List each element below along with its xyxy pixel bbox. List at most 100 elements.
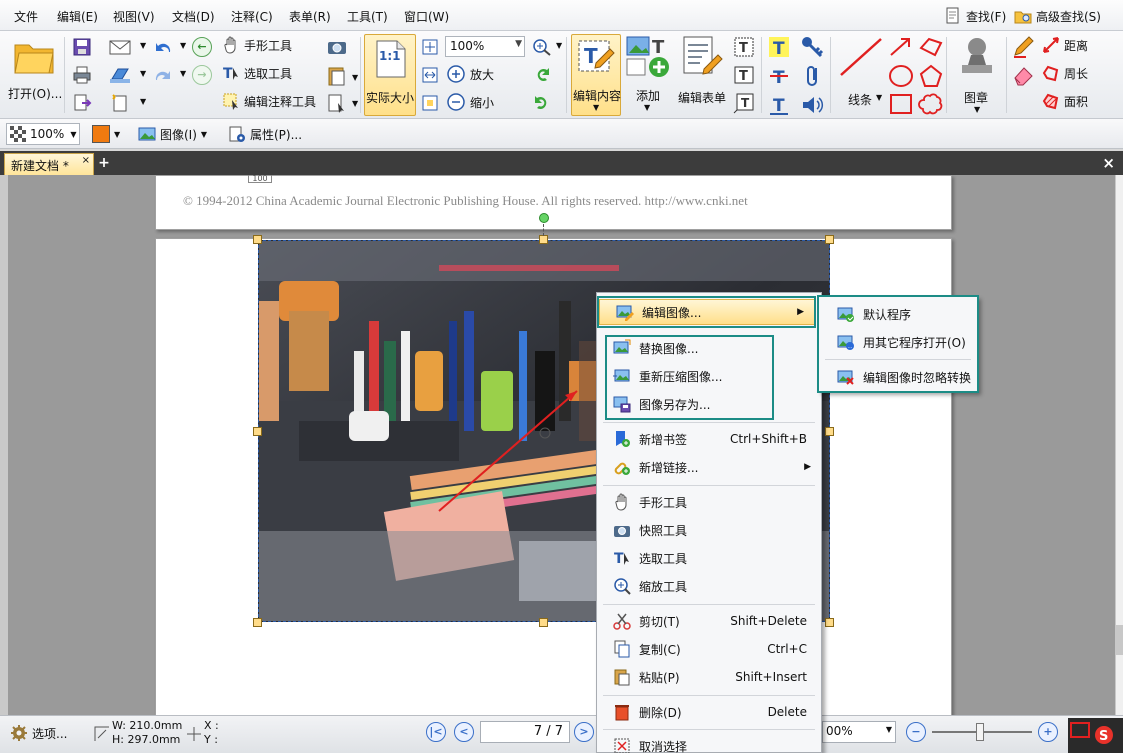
image-menu-button[interactable]: 图像(I) ▼	[138, 123, 207, 145]
menu-edit[interactable]: 编辑(E)	[57, 8, 98, 25]
close-all-tabs-icon[interactable]: ×	[1102, 154, 1115, 172]
menu-tools[interactable]: 工具(T)	[347, 8, 388, 25]
rotate-left-icon[interactable]	[531, 65, 553, 85]
resize-handle-top-left[interactable]	[253, 235, 262, 244]
advanced-find-button[interactable]: 高级查找(S)	[1014, 5, 1101, 27]
key-icon[interactable]	[800, 35, 824, 59]
resize-handle-top[interactable]	[539, 235, 548, 244]
menu-view[interactable]: 视图(V)	[113, 8, 155, 25]
resize-handle-bottom[interactable]	[539, 618, 548, 627]
actual-size-button[interactable]: 1:1 实际大小	[364, 34, 416, 116]
callout-icon[interactable]: T	[733, 92, 755, 114]
text-box-icon[interactable]: T	[733, 64, 755, 86]
menu-item-delete[interactable]: 删除(D) Delete	[597, 699, 821, 725]
menu-item-cut[interactable]: 剪切(T) Shift+Delete	[597, 608, 821, 634]
cloud-shape-icon[interactable]	[918, 92, 944, 116]
menu-document[interactable]: 文档(D)	[172, 8, 215, 25]
snapshot-icon[interactable]	[326, 37, 348, 57]
zoom-slider-thumb[interactable]	[976, 723, 984, 741]
menu-item-select-tool[interactable]: T 选取工具	[597, 545, 821, 571]
print-icon[interactable]	[72, 65, 92, 85]
scrollbar-thumb[interactable]	[1116, 625, 1123, 655]
menu-item-zoom-tool[interactable]: 缩放工具	[597, 573, 821, 599]
magnifier-dropdown-caret[interactable]: ▼	[556, 41, 562, 50]
stamp-dropdown-caret[interactable]: ▼	[974, 105, 980, 114]
perimeter-button[interactable]: 周长	[1042, 64, 1088, 82]
export-icon[interactable]	[72, 93, 92, 113]
new-dropdown-caret[interactable]: ▼	[140, 97, 146, 106]
line-button[interactable]: 线条 ▼	[836, 35, 886, 113]
form-tool-icon[interactable]	[326, 93, 348, 115]
rectangle-shape-icon[interactable]	[888, 92, 914, 116]
menu-window[interactable]: 窗口(W)	[404, 8, 449, 25]
opacity-dropdown-caret[interactable]: ▼	[70, 130, 76, 139]
form-tool-dropdown-caret[interactable]: ▼	[352, 99, 358, 108]
document-viewport[interactable]: 100 © 1994-2012 China Academic Journal E…	[0, 175, 1115, 715]
redo-icon[interactable]	[152, 65, 174, 85]
page-number-field[interactable]: 7 / 7	[480, 721, 570, 743]
tab-new-document[interactable]: 新建文档 * ×	[4, 153, 94, 175]
scan-icon[interactable]	[108, 65, 132, 85]
vertical-scrollbar[interactable]	[1115, 175, 1123, 715]
opacity-combobox[interactable]: 100% ▼	[6, 123, 80, 145]
open-button[interactable]: 打开(O)...	[6, 37, 62, 113]
status-zoom-caret[interactable]: ▼	[886, 725, 892, 734]
clipboard-dropdown-caret[interactable]: ▼	[352, 73, 358, 82]
rotation-handle[interactable]	[539, 213, 549, 223]
distance-button[interactable]: 距离	[1042, 36, 1088, 54]
ellipse-shape-icon[interactable]	[888, 64, 914, 88]
menu-item-snapshot-tool[interactable]: 快照工具	[597, 517, 821, 543]
fit-page-icon[interactable]	[420, 37, 440, 57]
resize-handle-bottom-left[interactable]	[253, 618, 262, 627]
color-dropdown-caret[interactable]: ▼	[114, 130, 120, 139]
highlight-text-icon[interactable]: T	[768, 35, 790, 59]
zoom-combobox[interactable]: 100% ▼	[445, 36, 525, 57]
menu-item-copy[interactable]: 复制(C) Ctrl+C	[597, 636, 821, 662]
magnifier-icon[interactable]	[531, 37, 553, 57]
underline-icon[interactable]: T	[768, 93, 790, 117]
input-method-icon[interactable]: S	[1094, 725, 1114, 745]
color-picker-button[interactable]: ▼	[92, 123, 120, 145]
email-icon[interactable]	[108, 37, 132, 57]
resize-handle-top-right[interactable]	[825, 235, 834, 244]
pencil-icon[interactable]	[1012, 36, 1036, 58]
menu-item-add-bookmark[interactable]: 新增书签 Ctrl+Shift+B	[597, 426, 821, 452]
first-page-button[interactable]: |<	[426, 722, 446, 742]
find-button[interactable]: 查找(F)	[944, 5, 1006, 27]
tray-window-icon[interactable]	[1070, 722, 1090, 738]
select-tool-button[interactable]: T 选取工具	[222, 64, 292, 82]
undo-icon[interactable]	[152, 37, 174, 57]
hand-tool-button[interactable]: 手形工具	[222, 36, 292, 54]
attach-file-icon[interactable]	[802, 64, 824, 88]
redo-dropdown-caret[interactable]: ▼	[180, 69, 186, 78]
line-dropdown-caret[interactable]: ▼	[876, 93, 882, 102]
add-dropdown-caret[interactable]: ▼	[644, 103, 650, 112]
menu-comment[interactable]: 注释(C)	[231, 8, 273, 25]
edit-annotation-tool-button[interactable]: 编辑注释工具	[222, 92, 316, 110]
sound-icon[interactable]	[800, 93, 824, 117]
back-button[interactable]: ←	[192, 37, 212, 57]
rotate-right-icon[interactable]	[531, 93, 553, 113]
stamp-button[interactable]: 图章 ▼	[950, 35, 1004, 114]
email-dropdown-caret[interactable]: ▼	[140, 41, 146, 50]
add-button[interactable]: T 添加 ▼	[624, 35, 672, 113]
status-zoom-in-button[interactable]: +	[1038, 722, 1058, 742]
image-menu-caret[interactable]: ▼	[201, 130, 207, 139]
fit-visible-icon[interactable]	[420, 93, 440, 113]
forward-button[interactable]: →	[192, 65, 212, 85]
resize-handle-bottom-right[interactable]	[825, 618, 834, 627]
resize-handle-left[interactable]	[253, 427, 262, 436]
strikeout-icon[interactable]: T	[768, 64, 790, 88]
fit-width-icon[interactable]	[420, 65, 440, 85]
status-zoom-combobox[interactable]: 00% ▼	[822, 721, 896, 743]
resize-handle-right[interactable]	[825, 427, 834, 436]
edit-form-button[interactable]: 编辑表单	[676, 35, 728, 113]
eraser-icon[interactable]	[1012, 64, 1036, 86]
polyline-shape-icon[interactable]	[918, 36, 944, 58]
new-doc-icon[interactable]	[110, 93, 132, 113]
zoom-dropdown-caret[interactable]: ▼	[515, 39, 522, 49]
polygon-shape-icon[interactable]	[918, 64, 944, 88]
clipboard-icon[interactable]	[326, 65, 348, 87]
undo-dropdown-caret[interactable]: ▼	[180, 41, 186, 50]
edit-content-button[interactable]: T 编辑内容 ▼	[571, 34, 621, 116]
